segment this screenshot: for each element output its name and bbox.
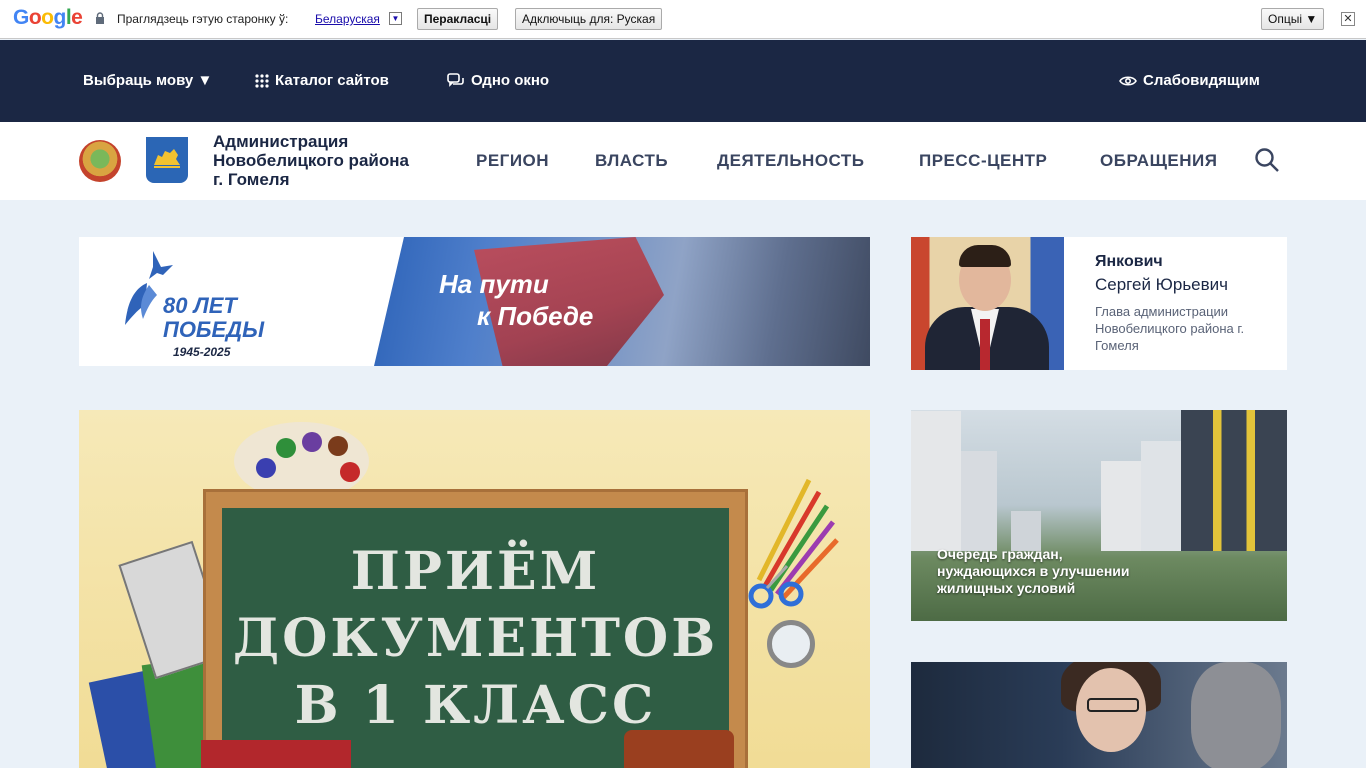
- banner-slogan: На пути к Победе: [439, 268, 593, 332]
- chalkboard-text: ПРИЁМ ДОКУМЕНТОВ В 1 КЛАСС: [222, 538, 729, 739]
- head-portrait: [911, 237, 1064, 370]
- nav-region[interactable]: РЕГИОН: [476, 151, 549, 171]
- select-language-label: Выбраць мову ▼: [83, 72, 213, 89]
- nav-activity[interactable]: ДЕЯТЕЛЬНОСТЬ: [717, 151, 865, 171]
- head-of-administration-card[interactable]: Янкович Сергей Юрьевич Глава администрац…: [911, 237, 1287, 370]
- gomel-coat-of-arms[interactable]: [146, 137, 188, 183]
- head-name: Сергей Юрьевич: [1095, 275, 1229, 294]
- victory-banner[interactable]: 80 ЛЕТ ПОБЕДЫ 1945-2025 На пути к Победе: [79, 237, 870, 366]
- magnifier-image: [767, 620, 815, 668]
- google-logo: Google: [13, 6, 83, 29]
- chalkboard-line2: ДОКУМЕНТОВ: [232, 608, 719, 669]
- nav-press-center[interactable]: ПРЕСС-ЦЕНТР: [919, 151, 1047, 171]
- grid-icon: [255, 73, 269, 88]
- top-utility-bar: Выбраць мову ▼ Каталог сайтов Одно окно …: [0, 40, 1366, 122]
- site-catalog-link[interactable]: Каталог сайтов: [255, 72, 389, 89]
- chalkboard: ПРИЁМ ДОКУМЕНТОВ В 1 КЛАСС: [222, 508, 729, 768]
- search-icon[interactable]: [1254, 147, 1280, 173]
- translate-button[interactable]: Перакласці: [417, 8, 499, 30]
- site-catalog-label: Каталог сайтов: [275, 72, 389, 89]
- translate-language-link[interactable]: Беларуская: [315, 12, 380, 26]
- translate-bar: Google Праглядзець гэтую старонку ў: Бел…: [0, 0, 1366, 39]
- side-news-card[interactable]: [911, 662, 1287, 768]
- chalkboard-line1: ПРИЁМ: [350, 541, 601, 602]
- site-header: Администрация Новобелицкого района г. Го…: [0, 122, 1366, 200]
- chalkboard-frame: ПРИЁМ ДОКУМЕНТОВ В 1 КЛАСС: [203, 489, 748, 768]
- translate-options-button[interactable]: Опцыі ▼: [1261, 8, 1325, 30]
- housing-queue-caption: Очередь граждан, нуждающихся в улучшении…: [937, 546, 1130, 596]
- one-window-link[interactable]: Одно окно: [447, 72, 549, 89]
- banner-slogan-line1: На пути: [439, 269, 549, 299]
- visually-impaired-link[interactable]: Слабовидящим: [1119, 72, 1260, 89]
- translate-prompt: Праглядзець гэтую старонку ў:: [117, 12, 289, 26]
- disable-translate-button[interactable]: Адключыць для: Руская: [515, 8, 663, 30]
- visually-impaired-label: Слабовидящим: [1143, 72, 1260, 89]
- site-title[interactable]: Администрация Новобелицкого района г. Го…: [213, 132, 413, 189]
- nav-power[interactable]: ВЛАСТЬ: [595, 151, 668, 171]
- banner-slogan-line2: к Победе: [477, 301, 594, 331]
- head-role: Глава администрации Новобелицкого района…: [1095, 304, 1245, 353]
- chat-bubbles-icon: [447, 72, 464, 87]
- head-surname: Янкович: [1095, 253, 1163, 270]
- nav-appeals[interactable]: ОБРАЩЕНИЯ: [1100, 151, 1217, 171]
- one-window-label: Одно окно: [471, 72, 550, 89]
- chalkboard-line3: В 1 КЛАСС: [294, 675, 657, 736]
- lock-icon: [96, 12, 104, 24]
- book-image: [201, 740, 351, 768]
- school-bag-image: [624, 730, 734, 768]
- chevron-down-icon[interactable]: ▼: [389, 12, 402, 25]
- main-news-school-admission[interactable]: ПРИЁМ ДОКУМЕНТОВ В 1 КЛАСС: [79, 410, 870, 768]
- victory-years-range: 1945-2025: [173, 345, 231, 359]
- select-language-button[interactable]: Выбраць мову ▼: [83, 72, 212, 89]
- belarus-emblem[interactable]: [79, 140, 121, 182]
- close-icon[interactable]: ✕: [1341, 12, 1355, 26]
- side-news-housing-queue[interactable]: Очередь граждан, нуждающихся в улучшении…: [911, 410, 1287, 621]
- victory-years-label: 80 ЛЕТ ПОБЕДЫ: [163, 293, 265, 342]
- eye-icon: [1119, 75, 1137, 86]
- scissors-image: [748, 564, 804, 609]
